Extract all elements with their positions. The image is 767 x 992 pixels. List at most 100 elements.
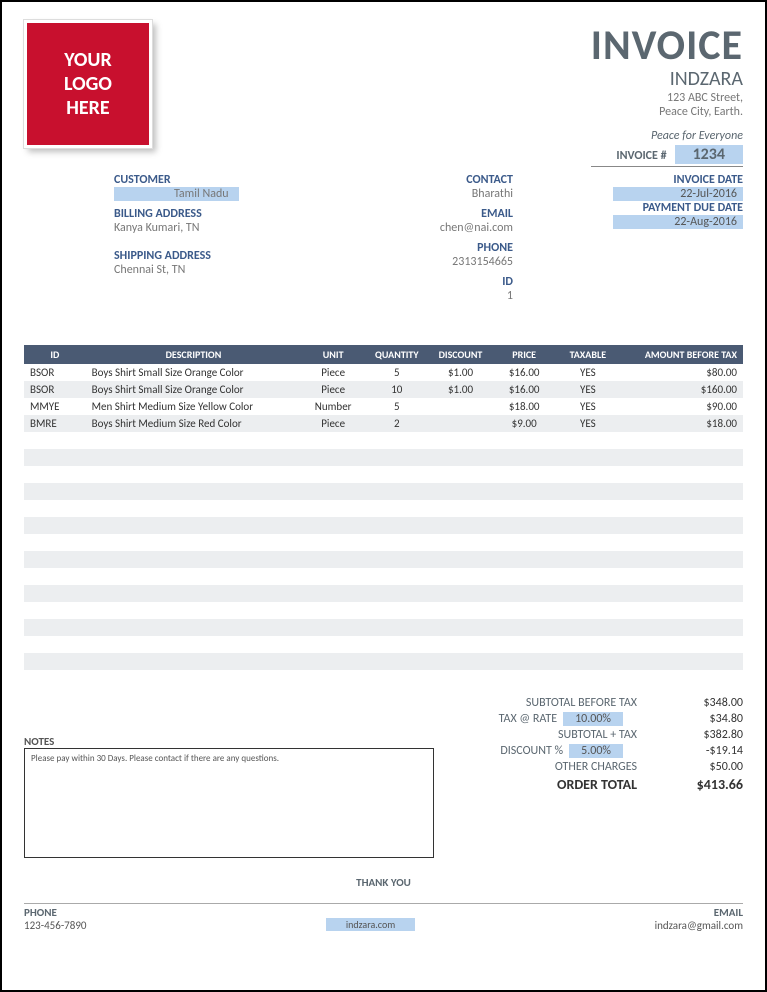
thank-you: THANK YOU (24, 876, 743, 889)
invoice-date-label: INVOICE DATE (543, 173, 743, 187)
other-charges-row: OTHER CHARGES $50.00 (444, 759, 743, 775)
subtotal-tax-label: SUBTOTAL + TAX (558, 728, 643, 742)
table-row: BSORBoys Shirt Small Size Orange ColorPi… (24, 364, 743, 381)
tagline: Peace for Everyone (591, 129, 743, 143)
cell-price: $9.00 (492, 415, 556, 432)
footer-phone-value: 123-456-7890 (24, 919, 87, 932)
cell-unit: Number (301, 398, 365, 415)
contact-id-value: 1 (324, 289, 513, 303)
table-row-empty (24, 534, 743, 551)
discount-label: DISCOUNT % (500, 744, 569, 758)
col-id: ID (24, 345, 86, 364)
col-quantity: QUANTITY (365, 345, 429, 364)
order-total-row: ORDER TOTAL $413.66 (444, 775, 743, 794)
col-price: PRICE (492, 345, 556, 364)
cell-description: Men Shirt Medium Size Yellow Color (86, 398, 302, 415)
cell-discount (429, 415, 493, 432)
cell-amount: $80.00 (620, 364, 743, 381)
cell-amount: $90.00 (620, 398, 743, 415)
table-row: MMYEMen Shirt Medium Size Yellow ColorNu… (24, 398, 743, 415)
company-addr-1: 123 ABC Street, (591, 91, 743, 105)
contact-label: CONTACT (324, 173, 513, 187)
table-row-empty (24, 432, 743, 449)
footer-email-label: EMAIL (655, 906, 743, 919)
company-addr-2: Peace City, Earth. (591, 105, 743, 119)
notes-column: NOTES Please pay within 30 Days. Please … (24, 695, 444, 858)
cell-id: MMYE (24, 398, 86, 415)
due-date-value: 22-Aug-2016 (613, 215, 743, 229)
invoice-number-row: INVOICE # 1234 (591, 145, 743, 167)
table-row: BSORBoys Shirt Small Size Orange ColorPi… (24, 381, 743, 398)
cell-qty: 2 (365, 415, 429, 432)
footer-website-wrap: indzara.com (87, 918, 655, 932)
table-row-empty (24, 517, 743, 534)
other-charges-label: OTHER CHARGES (555, 760, 643, 774)
email-value: chen@nai.com (324, 221, 513, 235)
shipping-value: Chennai St, TN (114, 263, 324, 277)
discount-value: -$19.14 (643, 744, 743, 758)
cell-discount: $1.00 (429, 381, 493, 398)
customer-column: CUSTOMER Tamil Nadu BILLING ADDRESS Kany… (24, 173, 324, 309)
cell-unit: Piece (301, 415, 365, 432)
table-row-empty (24, 466, 743, 483)
table-row-empty (24, 619, 743, 636)
customer-name: Tamil Nadu (114, 187, 239, 201)
header: YOUR LOGO HERE INVOICE INDZARA 123 ABC S… (24, 20, 743, 167)
col-taxable: TAXABLE (556, 345, 620, 364)
cell-taxable: YES (556, 415, 620, 432)
billing-value: Kanya Kumari, TN (114, 221, 324, 235)
col-description: DESCRIPTION (86, 345, 302, 364)
col-discount: DISCOUNT (429, 345, 493, 364)
subtotal-row: SUBTOTAL BEFORE TAX $348.00 (444, 695, 743, 711)
footer-phone: PHONE 123-456-7890 (24, 906, 87, 932)
dates-column: INVOICE DATE 22-Jul-2016 PAYMENT DUE DAT… (543, 173, 743, 309)
tax-value: $34.80 (643, 712, 743, 726)
footer-phone-label: PHONE (24, 906, 87, 919)
logo-text-3: HERE (66, 96, 109, 120)
invoice-title: INVOICE (591, 20, 743, 71)
table-header-row: ID DESCRIPTION UNIT QUANTITY DISCOUNT PR… (24, 345, 743, 364)
cell-amount: $160.00 (620, 381, 743, 398)
table-row: BMREBoys Shirt Medium Size Red ColorPiec… (24, 415, 743, 432)
due-date-label: PAYMENT DUE DATE (543, 201, 743, 215)
table-row-empty (24, 670, 743, 687)
table-row-empty (24, 602, 743, 619)
email-label: EMAIL (324, 207, 513, 221)
order-total-label: ORDER TOTAL (557, 776, 643, 793)
other-charges-value: $50.00 (643, 760, 743, 774)
footer-website: indzara.com (326, 918, 415, 931)
cell-unit: Piece (301, 381, 365, 398)
customer-label: CUSTOMER (114, 173, 324, 187)
cell-unit: Piece (301, 364, 365, 381)
billing-label: BILLING ADDRESS (114, 207, 324, 221)
table-row-empty (24, 551, 743, 568)
cell-price: $18.00 (492, 398, 556, 415)
notes-label: NOTES (24, 735, 444, 748)
table-row-empty (24, 636, 743, 653)
subtotal-tax-row: SUBTOTAL + TAX $382.80 (444, 727, 743, 743)
tax-row: TAX @ RATE 10.00% $34.80 (444, 711, 743, 727)
cell-id: BSOR (24, 381, 86, 398)
invoice-number-value: 1234 (675, 145, 743, 164)
col-amount: AMOUNT BEFORE TAX (620, 345, 743, 364)
shipping-label: SHIPPING ADDRESS (114, 249, 324, 263)
cell-price: $16.00 (492, 381, 556, 398)
cell-id: BMRE (24, 415, 86, 432)
invoice-date-value: 22-Jul-2016 (613, 187, 743, 201)
cell-taxable: YES (556, 398, 620, 415)
footer-email-value: indzara@gmail.com (655, 919, 743, 932)
col-unit: UNIT (301, 345, 365, 364)
table-row-empty (24, 449, 743, 466)
table-row-empty (24, 483, 743, 500)
invoice-page: YOUR LOGO HERE INVOICE INDZARA 123 ABC S… (0, 0, 767, 992)
footer-email: EMAIL indzara@gmail.com (655, 906, 743, 932)
cell-id: BSOR (24, 364, 86, 381)
cell-taxable: YES (556, 364, 620, 381)
info-block: CUSTOMER Tamil Nadu BILLING ADDRESS Kany… (24, 173, 743, 309)
line-items-table: ID DESCRIPTION UNIT QUANTITY DISCOUNT PR… (24, 345, 743, 687)
order-total-value: $413.66 (643, 776, 743, 793)
tax-label: TAX @ RATE (499, 712, 563, 726)
cell-qty: 5 (365, 364, 429, 381)
tax-rate-pct: 10.00% (563, 712, 623, 726)
contact-column: CONTACT Bharathi EMAIL chen@nai.com PHON… (324, 173, 543, 309)
